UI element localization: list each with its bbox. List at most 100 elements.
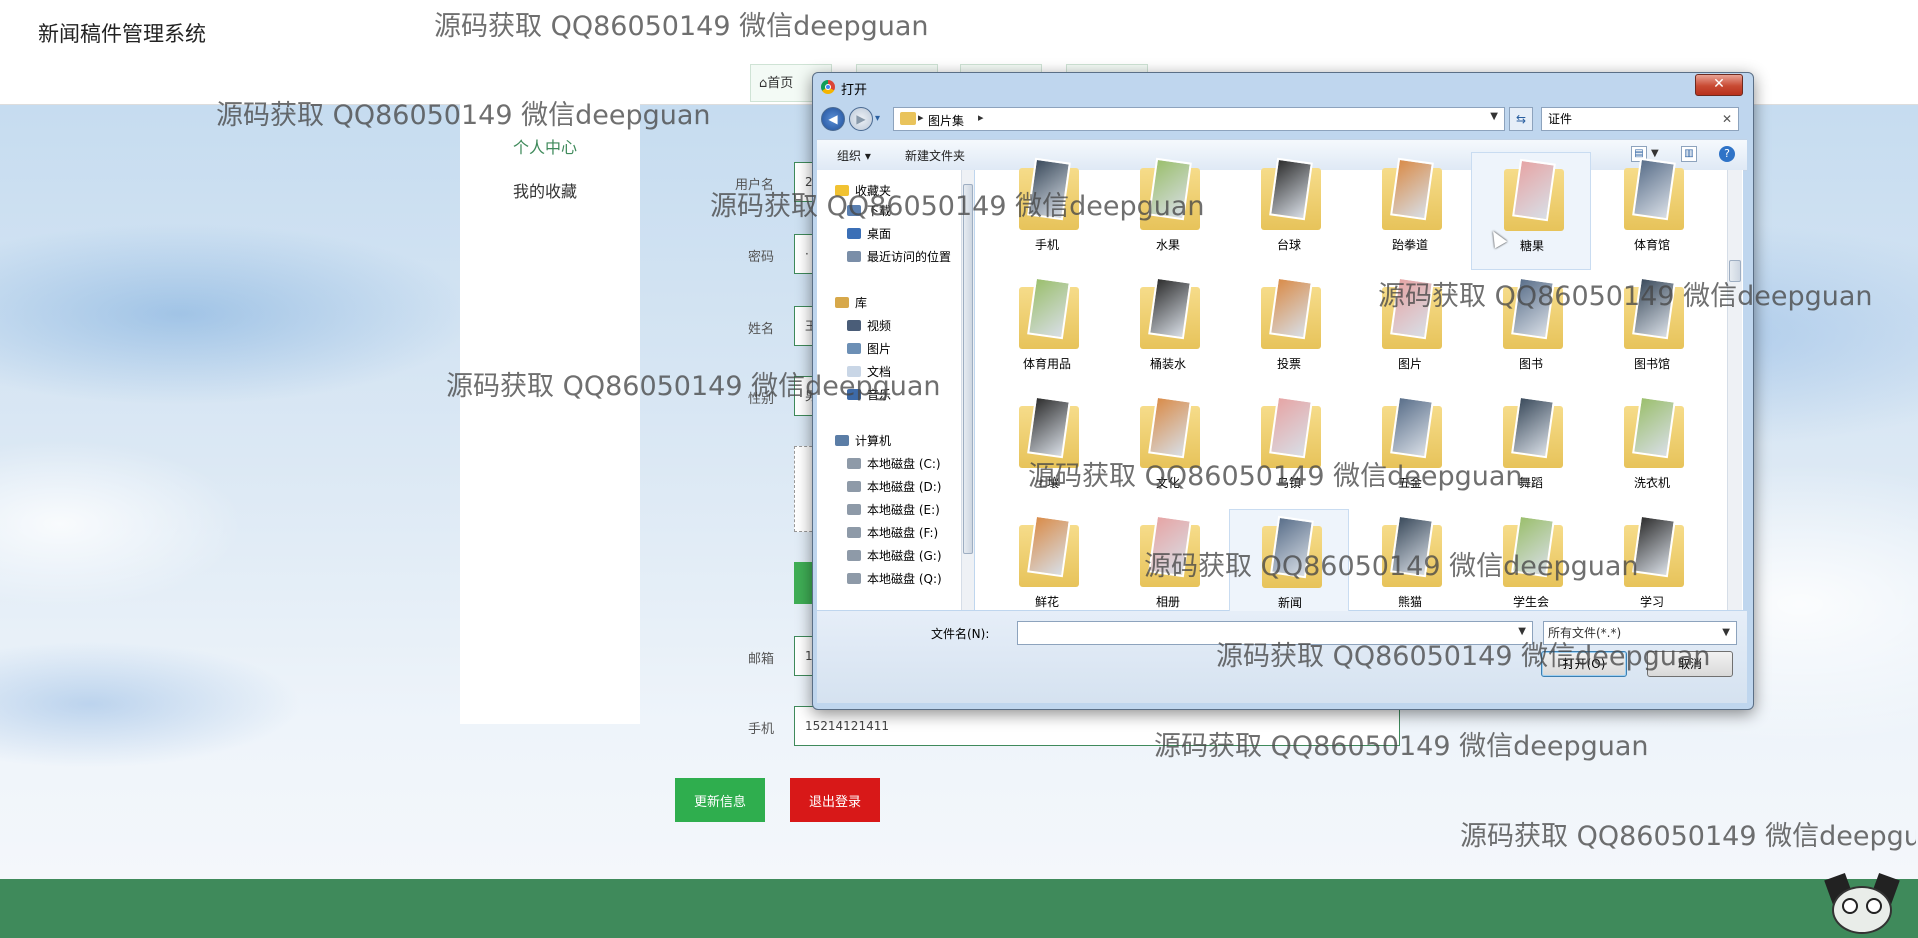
nav-scrollbar[interactable] — [961, 170, 974, 610]
folder-label: 学习 — [1639, 595, 1664, 609]
nav-documents[interactable]: 文档 — [847, 363, 891, 380]
folder-label: 体育用品 — [1022, 357, 1071, 371]
nav-desktop[interactable]: 桌面 — [847, 225, 891, 242]
nav-pictures[interactable]: 图片 — [847, 340, 891, 357]
phone-field[interactable]: 15214121411 — [794, 706, 1400, 746]
folder-label: 五金 — [1397, 476, 1422, 490]
chevron-down-icon: ▼ — [1722, 627, 1730, 638]
open-button[interactable]: 打开(O) — [1541, 651, 1627, 677]
nav-drive-e[interactable]: 本地磁盘 (E:) — [847, 501, 940, 518]
nav-computer[interactable]: 计算机 — [835, 432, 891, 449]
folder-item[interactable]: 学生会 — [1471, 509, 1591, 627]
dialog-title: 打开 — [841, 83, 868, 98]
folder-label: 手机 — [1034, 238, 1059, 252]
folder-item[interactable]: 学习 — [1592, 509, 1712, 627]
folder-item[interactable]: 图书 — [1471, 271, 1591, 389]
name-label: 姓名 — [747, 322, 774, 337]
folder-item[interactable]: 桶装水 — [1108, 271, 1228, 389]
breadcrumb-item[interactable]: 图片集 — [928, 112, 964, 129]
nav-favorites[interactable]: 收藏夹 — [835, 182, 891, 199]
cancel-button[interactable]: 取消 — [1647, 651, 1733, 677]
logout-button[interactable]: 退出登录 — [790, 778, 880, 822]
password-label: 密码 — [747, 250, 774, 265]
close-icon: ✕ — [1713, 76, 1725, 92]
update-info-button[interactable]: 更新信息 — [675, 778, 765, 822]
folder-item[interactable]: 新闻 — [1229, 509, 1349, 627]
folder-item[interactable]: 土壤 — [987, 390, 1107, 508]
file-scrollbar[interactable] — [1727, 170, 1742, 610]
dialog-footer: 文件名(N): ▼ 所有文件(*.*) ▼ 打开(O) 取消 — [817, 611, 1747, 703]
nav-drive-d[interactable]: 本地磁盘 (D:) — [847, 478, 941, 495]
folder-item[interactable]: 图片 — [1350, 271, 1470, 389]
folder-label: 图书馆 — [1633, 357, 1670, 371]
folder-item[interactable]: 图书馆 — [1592, 271, 1712, 389]
history-dropdown-icon[interactable]: ▾ — [875, 113, 880, 124]
refresh-button[interactable]: ⇆ — [1509, 107, 1533, 131]
folder-label: 土壤 — [1034, 476, 1059, 490]
library-icon — [835, 297, 849, 308]
folder-item[interactable]: 洗衣机 — [1592, 390, 1712, 508]
folder-item[interactable]: 糖果 — [1471, 152, 1591, 270]
folder-item[interactable]: 体育用品 — [987, 271, 1107, 389]
nav-drive-g[interactable]: 本地磁盘 (G:) — [847, 547, 942, 564]
navigation-pane: 收藏夹 下载 桌面 最近访问的位置 库 视频 图片 文档 音乐 计算机 本地磁盘… — [817, 170, 974, 610]
nav-recent-places[interactable]: 最近访问的位置 — [847, 248, 951, 265]
folder-item[interactable]: 熊猫 — [1350, 509, 1470, 627]
folder-item[interactable]: 台球 — [1229, 152, 1349, 270]
filename-label: 文件名(N): — [931, 627, 990, 641]
folder-item[interactable]: 体育馆 — [1592, 152, 1712, 270]
filename-input[interactable]: ▼ — [1017, 621, 1533, 645]
video-icon — [847, 320, 861, 331]
back-button[interactable]: ◀ — [821, 107, 845, 131]
computer-icon — [835, 435, 849, 446]
arrow-right-icon: ▶ — [856, 112, 866, 126]
file-scrollbar-thumb[interactable] — [1729, 260, 1741, 282]
folder-item[interactable]: 跆拳道 — [1350, 152, 1470, 270]
nav-music[interactable]: 音乐 — [847, 386, 891, 403]
dialog-close-button[interactable]: ✕ — [1695, 74, 1743, 96]
nav-downloads[interactable]: 下载 — [847, 202, 891, 219]
download-icon — [847, 205, 861, 216]
search-input[interactable]: 证件 ✕ — [1541, 107, 1739, 131]
folder-label: 乌镇 — [1276, 476, 1301, 490]
nav-drive-q[interactable]: 本地磁盘 (Q:) — [847, 570, 942, 587]
folder-label: 相册 — [1155, 595, 1180, 609]
nav-videos[interactable]: 视频 — [847, 317, 891, 334]
phone-label: 手机 — [747, 722, 774, 737]
nav-libraries[interactable]: 库 — [835, 294, 867, 311]
sidebar-item-profile[interactable]: 个人中心 — [513, 134, 577, 158]
drive-icon — [847, 550, 861, 561]
nav-drive-c[interactable]: 本地磁盘 (C:) — [847, 455, 941, 472]
folder-item[interactable]: 五金 — [1350, 390, 1470, 508]
folder-item[interactable]: 水果 — [1108, 152, 1228, 270]
recent-icon — [847, 251, 861, 262]
folder-item[interactable]: 文化 — [1108, 390, 1228, 508]
document-icon — [847, 366, 861, 377]
page-footer — [0, 879, 1918, 938]
chevron-down-icon[interactable]: ▼ — [1518, 626, 1526, 637]
folder-item[interactable]: 鲜花 — [987, 509, 1107, 627]
folder-label: 洗衣机 — [1633, 476, 1670, 490]
nav-drive-f[interactable]: 本地磁盘 (F:) — [847, 524, 938, 541]
file-type-select[interactable]: 所有文件(*.*) ▼ — [1543, 621, 1737, 645]
folder-item[interactable]: 舞蹈 — [1471, 390, 1591, 508]
forward-button[interactable]: ▶ — [849, 107, 873, 131]
help-icon[interactable]: ? — [1719, 146, 1735, 162]
clear-icon[interactable]: ✕ — [1722, 108, 1732, 130]
nav-scrollbar-thumb[interactable] — [963, 184, 973, 554]
address-bar[interactable]: ▸ 图片集 ▸ ▼ — [893, 107, 1505, 131]
folder-icon — [900, 112, 916, 125]
drive-icon — [847, 458, 861, 469]
desktop-icon — [847, 228, 861, 239]
sidebar-item-favorites[interactable]: 我的收藏 — [513, 178, 577, 202]
new-folder-button[interactable]: 新建文件夹 — [905, 147, 965, 164]
file-list: 手机 水果 台球 跆拳道 糖果 体育馆体育用品 桶装水 投票 图片 图书 图书馆土壤 文化 乌镇 五金 舞蹈… — [975, 152, 1743, 627]
folder-item[interactable]: 投票 — [1229, 271, 1349, 389]
folder-item[interactable]: 相册 — [1108, 509, 1228, 627]
folder-item[interactable]: 乌镇 — [1229, 390, 1349, 508]
site-title: 新闻稿件管理系统 — [38, 22, 206, 46]
folder-item[interactable]: 手机 — [987, 152, 1107, 270]
organize-button[interactable]: 组织 ▾ — [837, 147, 871, 164]
chevron-down-icon[interactable]: ▼ — [1490, 111, 1498, 122]
picture-icon — [847, 343, 861, 354]
